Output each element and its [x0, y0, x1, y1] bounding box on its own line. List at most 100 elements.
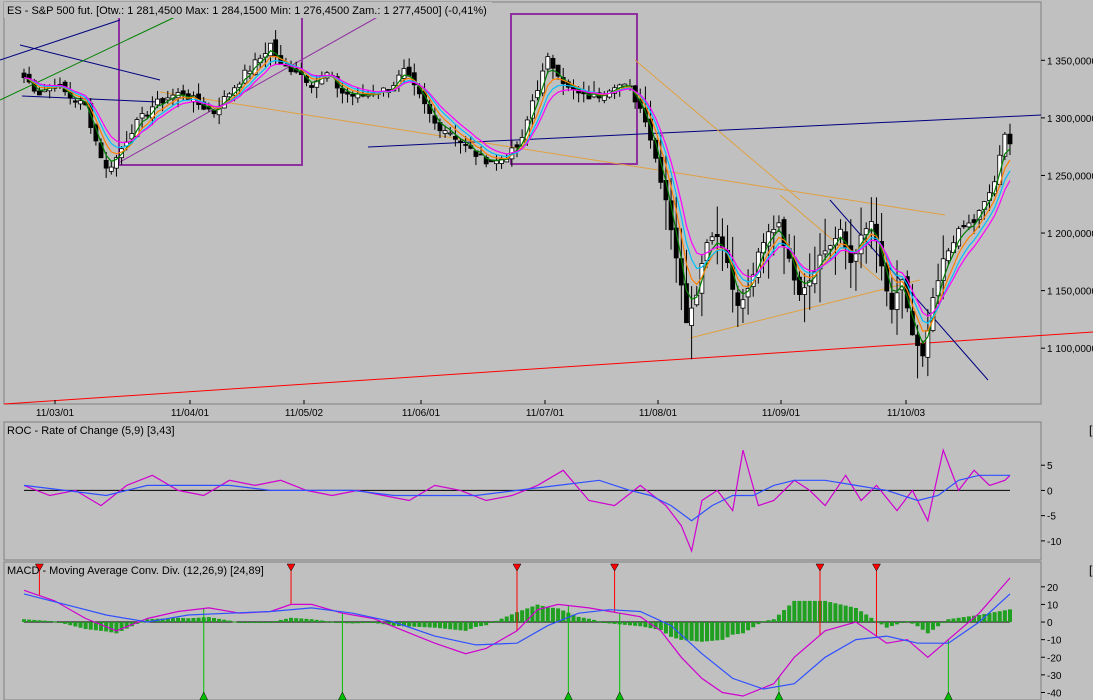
macd-histogram-bar: [278, 619, 283, 623]
macd-histogram-bar: [212, 617, 217, 623]
bear-candle: [915, 334, 920, 346]
macd-histogram-bar: [453, 622, 458, 630]
macd-histogram-bar: [304, 618, 309, 623]
macd-histogram-bar: [479, 622, 484, 627]
bear-candle: [971, 219, 977, 223]
macd-histogram-bar: [217, 618, 222, 623]
macd-histogram-bar: [607, 622, 612, 624]
macd-histogram-bar: [73, 622, 78, 627]
chart-workspace: 1 350,0000 1 300,0000 1 250,0000 1 200,0000…: [0, 1, 1093, 700]
macd-histogram-bar: [268, 622, 273, 624]
macd-histogram-bar: [627, 622, 632, 626]
macd-histogram-bar: [355, 622, 360, 624]
macd-histogram-bar: [694, 622, 699, 642]
macd-histogram-bar: [910, 622, 915, 624]
date-tick-label: 11/09/01: [762, 408, 801, 419]
bull-candle: [709, 236, 715, 241]
macd-histogram-bar: [319, 620, 324, 623]
macd-histogram-bar: [720, 622, 725, 640]
macd-histogram-bar: [499, 618, 504, 623]
macd-histogram-bar: [550, 607, 555, 623]
macd-histogram-bar: [484, 622, 489, 626]
macd-histogram-bar: [27, 619, 32, 623]
macd-histogram-bar: [771, 619, 776, 623]
macd-histogram-bar: [366, 622, 371, 624]
price-tick-label: 1 250,0000: [1047, 171, 1093, 182]
macd-histogram-bar: [473, 622, 478, 627]
macd-histogram-bar: [895, 622, 900, 625]
macd-histogram-bar: [853, 607, 858, 623]
bear-candle: [452, 136, 458, 140]
macd-histogram-bar: [941, 622, 946, 624]
macd-histogram-bar: [253, 622, 258, 624]
macd-histogram-bar: [345, 622, 350, 624]
macd-histogram-bar: [273, 620, 278, 623]
macd-histogram-bar: [427, 622, 432, 628]
bull-candle: [545, 56, 551, 70]
price-tick-label: 1 350,0000: [1047, 56, 1093, 67]
macd-histogram-bar: [884, 622, 889, 628]
bear-candle: [427, 103, 433, 114]
macd-histogram-bar: [848, 606, 853, 623]
roc-panel[interactable]: 5 0 -5 -10 ROC - Rate of Change (5,9) [3,43…: [3, 421, 1093, 561]
macd-histogram-bar: [360, 622, 365, 624]
bear-candle: [211, 110, 217, 115]
macd-histogram-bar: [88, 622, 93, 630]
bear-candle: [103, 159, 109, 169]
macd-histogram-bar: [263, 622, 268, 624]
bear-candle: [350, 93, 356, 97]
macd-histogram-bar: [889, 622, 894, 627]
macd-tick-label: -40: [1047, 688, 1062, 699]
macd-histogram-bar: [350, 622, 355, 624]
macd-histogram-bar: [206, 617, 211, 623]
macd-histogram-bar: [689, 622, 694, 641]
macd-histogram-bar: [833, 603, 838, 623]
macd-histogram-bar: [63, 622, 68, 624]
price-panel[interactable]: 1 350,0000 1 300,0000 1 250,0000 1 200,0000…: [0, 1, 1093, 419]
macd-histogram-bar: [57, 622, 62, 624]
bear-candle: [514, 144, 520, 148]
macd-histogram-bar: [756, 622, 761, 625]
macd-histogram-bar: [222, 619, 227, 623]
macd-histogram-bar: [170, 618, 175, 623]
bull-candle: [822, 250, 828, 255]
macd-histogram-bar: [258, 622, 263, 624]
macd-histogram-bar: [900, 622, 905, 624]
macd-histogram-bar: [915, 622, 920, 627]
macd-histogram-bar: [463, 622, 468, 631]
macd-histogram-bar: [725, 622, 730, 638]
macd-histogram-bar: [232, 621, 237, 623]
macd-histogram-bar: [494, 620, 499, 623]
macd-histogram-bar: [699, 622, 704, 642]
roc-panel-title: ROC - Rate of Change (5,9) [3,43]: [7, 425, 175, 437]
macd-histogram-bar: [669, 622, 674, 637]
bull-candle: [853, 253, 859, 262]
macd-histogram-bar: [638, 622, 643, 627]
macd-histogram-bar: [992, 612, 997, 623]
macd-histogram-bar: [335, 622, 340, 624]
macd-histogram-bar: [309, 619, 314, 623]
bear-candle: [180, 90, 186, 95]
date-tick-label: 11/04/01: [171, 408, 210, 419]
macd-histogram-bar: [83, 622, 88, 630]
macd-histogram-bar: [633, 622, 638, 626]
bull-candle: [802, 287, 807, 295]
macd-histogram-bar: [407, 622, 412, 627]
date-tick-label: 11/05/02: [285, 408, 324, 419]
macd-histogram-bar: [314, 619, 319, 623]
macd-histogram-bar: [78, 622, 83, 628]
macd-panel[interactable]: 20 10 0 -10 -20 -30 -40 MACD - Moving Average …: [3, 561, 1093, 700]
macd-histogram-bar: [468, 622, 473, 629]
macd-histogram-bar: [761, 621, 766, 623]
bear-candle: [345, 91, 350, 95]
macd-histogram-bar: [535, 604, 540, 623]
macd-histogram-bar: [330, 621, 335, 623]
bear-candle: [735, 292, 741, 306]
bear-candle: [463, 144, 469, 146]
macd-histogram-bar: [376, 622, 381, 624]
macd-histogram-bar: [792, 600, 797, 623]
macd-histogram-bar: [787, 605, 792, 623]
macd-histogram-bar: [735, 622, 740, 635]
macd-histogram-bar: [746, 622, 751, 631]
macd-histogram-bar: [869, 617, 874, 623]
